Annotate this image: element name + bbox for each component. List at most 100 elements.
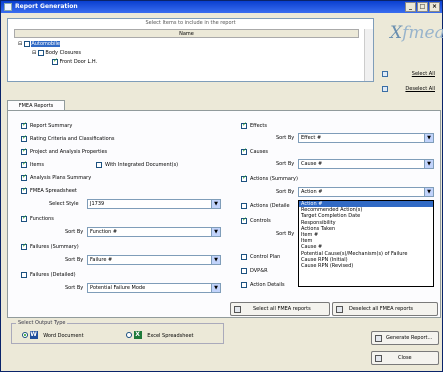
select-all-icon	[234, 306, 241, 313]
actions-sort-options-list[interactable]: Action # Recommended Action(s) Target Co…	[298, 200, 434, 287]
checkbox-checked[interactable]	[21, 173, 27, 181]
dropdown-value: Effect #	[301, 135, 322, 141]
generate-report-button[interactable]: Generate Report...	[371, 331, 439, 345]
checkbox-checked[interactable]	[241, 174, 247, 182]
checkbox[interactable]	[241, 267, 247, 274]
actions-detailed-option[interactable]: Actions (Detaile	[241, 202, 290, 210]
maximize-button[interactable]: □	[417, 2, 428, 12]
collapse-icon[interactable]: ⊟	[18, 41, 22, 47]
name-column-header[interactable]: Name	[14, 29, 359, 38]
checkbox-checked[interactable]	[21, 134, 27, 142]
sort-by-label: Sort By	[276, 231, 295, 237]
causes-sort-dropdown[interactable]: Cause # ▼	[298, 159, 434, 169]
deselect-all-label: Deselect All	[405, 86, 435, 92]
checkbox-checked[interactable]	[241, 147, 247, 155]
deselect-all-fmea-button[interactable]: Deselect all FMEA reports	[332, 302, 438, 316]
button-label: Generate Report...	[386, 335, 433, 341]
option-label: Functions	[30, 216, 54, 222]
checkbox-checked[interactable]	[52, 57, 58, 65]
checkbox[interactable]	[21, 271, 27, 278]
option-label: Analysis Plans Summary	[30, 175, 92, 181]
close-window-button[interactable]: ×	[429, 2, 440, 12]
effects-option[interactable]: Effects	[241, 121, 267, 130]
checkbox[interactable]	[241, 202, 247, 209]
checkbox-checked[interactable]	[241, 121, 247, 129]
analysis-plans-option[interactable]: Analysis Plans Summary	[21, 173, 92, 182]
radio-selected[interactable]	[22, 332, 28, 338]
failures-detailed-sort-dropdown[interactable]: Potential Failure Mode ▼	[87, 283, 221, 293]
chevron-down-icon: ▼	[424, 188, 433, 196]
chevron-down-icon: ▼	[424, 160, 433, 168]
tree-item-label: Body Closures	[45, 50, 81, 56]
excel-icon: X	[133, 331, 142, 339]
fmea-spreadsheet-option[interactable]: FMEA Spreadsheet	[21, 186, 77, 195]
checkbox[interactable]	[96, 161, 102, 168]
actions-summary-option[interactable]: Actions (Summary)	[241, 174, 298, 183]
failures-sort-dropdown[interactable]: Failure # ▼	[87, 255, 221, 265]
chevron-down-icon: ▼	[211, 200, 220, 208]
chevron-down-icon: ▼	[211, 228, 220, 236]
functions-sort-dropdown[interactable]: Function # ▼	[87, 227, 221, 237]
deselect-all-icon	[336, 306, 343, 313]
items-option[interactable]: Items	[21, 160, 44, 169]
deselect-all-button[interactable]: Deselect All	[379, 83, 439, 95]
checkbox-checked[interactable]	[241, 216, 247, 224]
project-props-option[interactable]: Project and Analysis Properties	[21, 147, 108, 156]
option-label: Report Summary	[30, 123, 73, 129]
control-plan-option[interactable]: Control Plan	[241, 253, 280, 261]
checkbox[interactable]	[37, 49, 44, 56]
tree-item-automobile[interactable]: ⊟ Automobile	[18, 40, 60, 48]
tree-item-front-door[interactable]: Front Door L.H.	[52, 57, 97, 66]
collapse-icon[interactable]: ⊟	[32, 50, 36, 56]
option-label: Causes	[250, 149, 269, 155]
select-all-button[interactable]: Select All	[379, 68, 439, 80]
minimize-button[interactable]: _	[405, 2, 416, 12]
checkbox-checked[interactable]	[21, 147, 27, 155]
option-label: Project and Analysis Properties	[30, 149, 108, 155]
chevron-down-icon: ▼	[424, 134, 433, 142]
checkbox-checked[interactable]	[21, 214, 27, 222]
radio[interactable]	[126, 332, 132, 338]
effects-sort-dropdown[interactable]: Effect # ▼	[298, 133, 434, 143]
select-all-fmea-button[interactable]: Select all FMEA reports	[230, 302, 330, 316]
word-document-radio[interactable]: W Word Document	[22, 331, 84, 340]
tree-scrollbar[interactable]	[364, 29, 373, 81]
option-label: Control Plan	[250, 254, 281, 260]
dvpr-option[interactable]: DVP&R	[241, 267, 268, 275]
rating-criteria-option[interactable]: Rating Criteria and Classifications	[21, 134, 114, 143]
failures-detailed-option[interactable]: Failures (Detailed)	[21, 271, 76, 279]
sort-by-label: Sort By	[276, 135, 295, 141]
failures-summary-option[interactable]: Failures (Summary)	[21, 242, 79, 251]
button-label: Deselect all FMEA reports	[349, 306, 414, 312]
dropdown-value: Cause #	[301, 161, 323, 167]
select-style-dropdown[interactable]: J1739 ▼	[87, 199, 221, 209]
with-integrated-docs-option[interactable]: With Integrated Document(s)	[96, 161, 178, 169]
word-icon: W	[29, 331, 38, 339]
checkbox-checked[interactable]	[21, 121, 27, 129]
dropdown-value: Action #	[301, 189, 323, 195]
report-summary-option[interactable]: Report Summary	[21, 121, 73, 130]
xfmea-logo: Xfmea	[390, 23, 443, 43]
checkbox-checked[interactable]	[21, 186, 27, 194]
actions-sort-dropdown[interactable]: Action # ▼	[298, 187, 434, 197]
causes-option[interactable]: Causes	[241, 147, 269, 156]
checkbox[interactable]	[241, 281, 247, 288]
excel-spreadsheet-radio[interactable]: X Excel Spreadsheet	[126, 331, 194, 340]
dropdown-value: Failure #	[90, 257, 113, 263]
checkbox-checked[interactable]	[21, 242, 27, 250]
close-button[interactable]: Close	[371, 351, 439, 365]
functions-option[interactable]: Functions	[21, 214, 54, 223]
app-icon	[4, 3, 12, 11]
checkbox[interactable]	[23, 40, 30, 47]
controls-option[interactable]: Controls	[241, 216, 271, 225]
option-label: Failures (Summary)	[30, 244, 79, 250]
checkbox[interactable]	[241, 253, 247, 260]
tree-instruction: Select Items to include in the report	[145, 20, 236, 26]
deselect-all-icon	[382, 86, 388, 92]
dropdown-option[interactable]: Cause RPN (Revised)	[299, 263, 433, 269]
action-details-option[interactable]: Action Details	[241, 281, 285, 289]
title-bar: Report Generation _ □ ×	[1, 1, 442, 13]
checkbox-checked[interactable]	[21, 160, 27, 168]
option-label: Action Details	[250, 282, 285, 288]
item-tree[interactable]: Select Items to include in the report Na…	[7, 18, 374, 82]
